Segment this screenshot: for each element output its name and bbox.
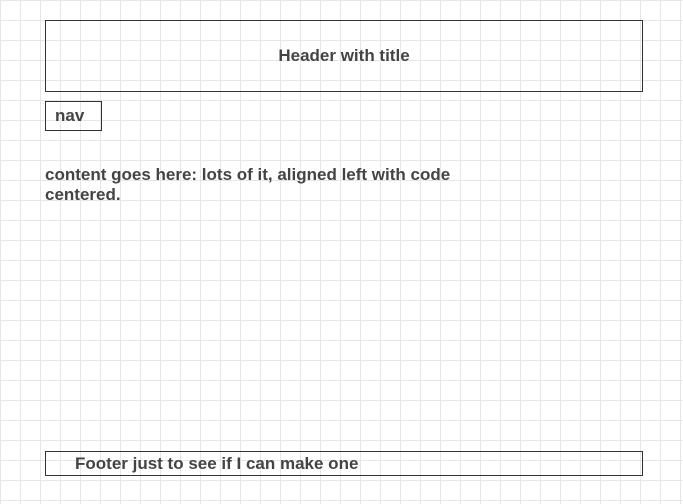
header-box: Header with title [45, 20, 643, 92]
footer-box: Footer just to see if I can make one [45, 451, 643, 476]
header-title: Header with title [278, 46, 410, 65]
nav-box: nav [45, 101, 102, 131]
footer-text: Footer just to see if I can make one [75, 453, 359, 473]
nav-label: nav [55, 106, 85, 125]
content-text: content goes here: lots of it, aligned l… [45, 165, 451, 204]
